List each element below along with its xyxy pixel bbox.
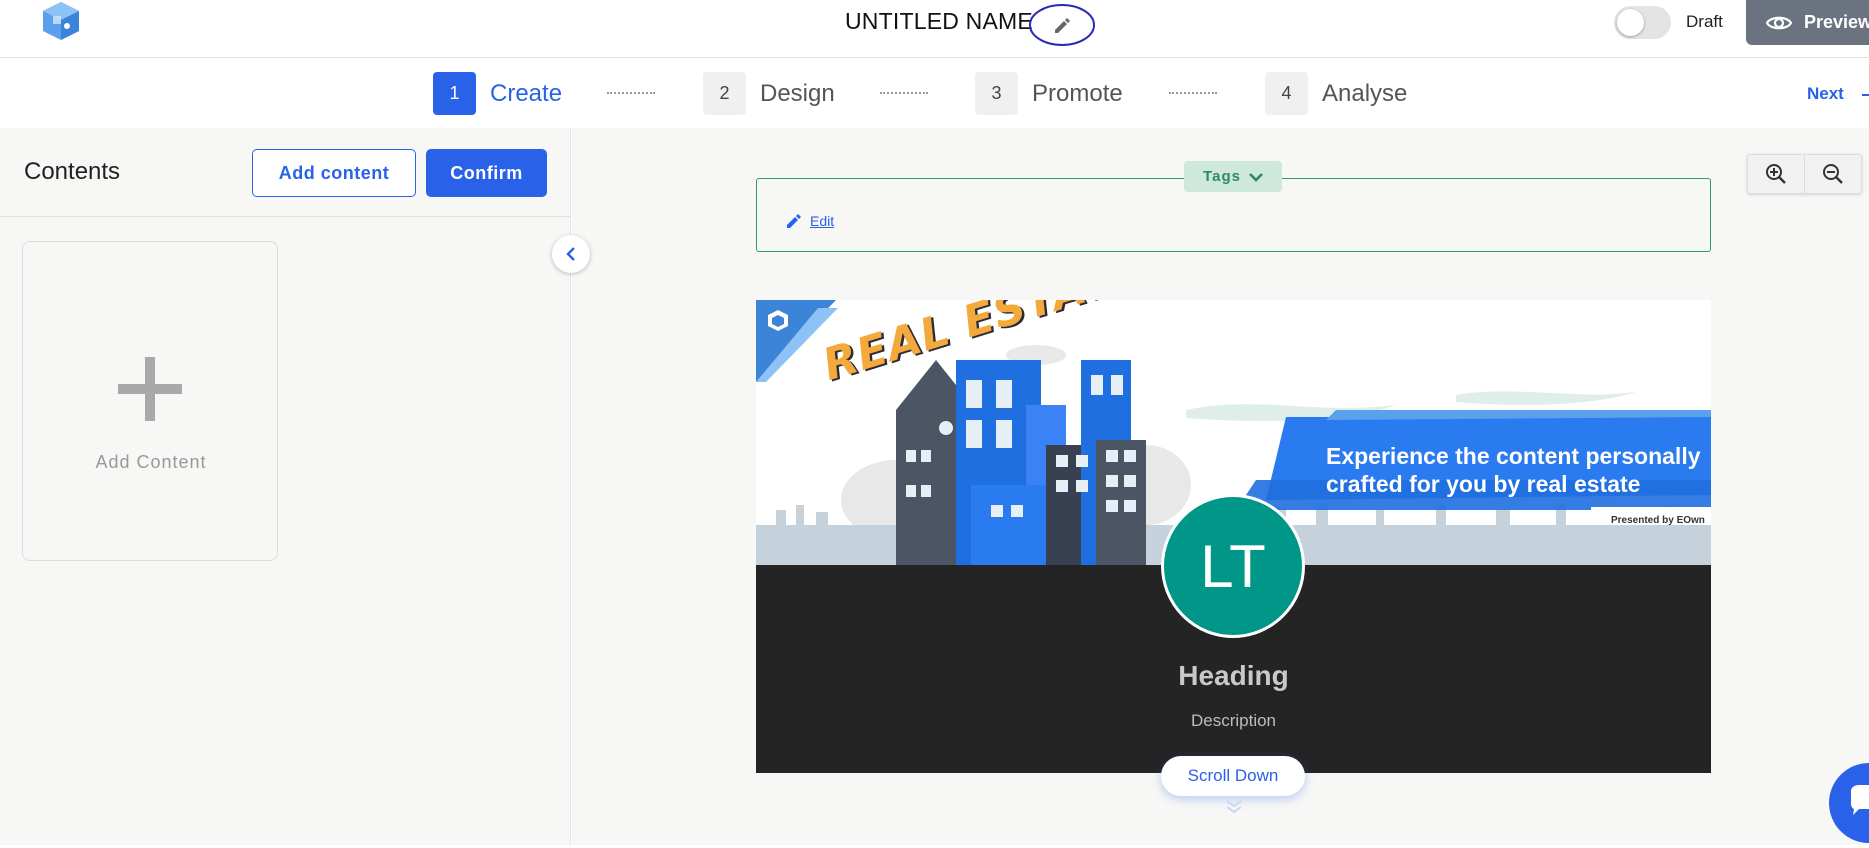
pencil-icon bbox=[787, 214, 801, 228]
step-number: 1 bbox=[433, 72, 476, 115]
zoom-out-icon bbox=[1823, 164, 1843, 184]
double-chevron-down-icon bbox=[1225, 799, 1243, 820]
banner-tagline: Experience the content personally crafte… bbox=[1326, 443, 1701, 497]
step-design[interactable]: 2 Design bbox=[703, 72, 835, 115]
collapse-panel-button[interactable] bbox=[552, 235, 590, 273]
pencil-icon bbox=[1055, 18, 1070, 33]
zoom-out-button[interactable] bbox=[1805, 155, 1861, 193]
add-content-card[interactable]: Add Content bbox=[22, 241, 278, 561]
step-label: Design bbox=[760, 79, 835, 107]
plus-icon bbox=[118, 357, 182, 421]
chevron-left-icon bbox=[566, 247, 575, 261]
chevron-down-icon bbox=[1249, 172, 1263, 182]
next-arrow-icon bbox=[1862, 94, 1869, 96]
step-create[interactable]: 1 Create bbox=[433, 72, 562, 115]
tags-label: Tags bbox=[1203, 168, 1241, 185]
steps-bar bbox=[0, 58, 1869, 128]
edit-title-button[interactable] bbox=[1028, 2, 1096, 48]
step-connector bbox=[880, 92, 928, 94]
preview-description: Description bbox=[1190, 711, 1277, 730]
contents-title: Contents bbox=[24, 158, 121, 185]
zoom-controls bbox=[1747, 154, 1862, 194]
buildings bbox=[896, 360, 1146, 565]
presented-by: Presented by EOwn bbox=[1611, 515, 1705, 526]
contents-panel: Contents Add content Confirm Add Content bbox=[0, 128, 571, 845]
step-connector bbox=[607, 92, 655, 94]
step-number: 2 bbox=[703, 72, 746, 115]
step-number: 4 bbox=[1265, 72, 1308, 115]
edit-tags-link[interactable]: Edit bbox=[786, 213, 834, 229]
step-connector bbox=[1169, 92, 1217, 94]
draft-toggle[interactable] bbox=[1614, 6, 1671, 39]
zoom-in-icon bbox=[1766, 164, 1786, 184]
step-promote[interactable]: 3 Promote bbox=[975, 72, 1123, 115]
preview-label: Preview bbox=[1804, 12, 1869, 32]
step-label: Create bbox=[490, 79, 563, 107]
chat-icon bbox=[1851, 785, 1869, 815]
confirm-button[interactable]: Confirm bbox=[426, 149, 547, 197]
step-label: Analyse bbox=[1322, 79, 1408, 107]
preview-heading: Heading bbox=[1178, 660, 1289, 691]
title-wrap: UNTITLED NAME bbox=[845, 8, 1033, 35]
page-title: UNTITLED NAME bbox=[845, 8, 1033, 34]
step-analyse[interactable]: 4 Analyse bbox=[1265, 72, 1407, 115]
edit-label: Edit bbox=[810, 213, 835, 229]
toggle-knob bbox=[1617, 9, 1644, 36]
add-content-card-label: Add Content bbox=[95, 452, 207, 472]
preview-button[interactable]: Preview bbox=[1746, 0, 1869, 45]
eye-icon bbox=[1766, 16, 1792, 29]
panel-divider bbox=[0, 216, 571, 217]
avatar[interactable]: LT bbox=[1161, 494, 1305, 638]
tags-toggle[interactable]: Tags bbox=[1184, 161, 1282, 192]
app-logo[interactable] bbox=[40, 0, 82, 42]
next-button[interactable]: Next bbox=[1807, 84, 1844, 104]
zoom-in-button[interactable] bbox=[1748, 155, 1805, 193]
add-content-button[interactable]: Add content bbox=[252, 149, 416, 197]
draft-label: Draft bbox=[1686, 12, 1723, 31]
chat-button[interactable] bbox=[1829, 763, 1869, 843]
scroll-down-button[interactable]: Scroll Down bbox=[1161, 756, 1305, 796]
step-label: Promote bbox=[1032, 79, 1123, 107]
step-number: 3 bbox=[975, 72, 1018, 115]
